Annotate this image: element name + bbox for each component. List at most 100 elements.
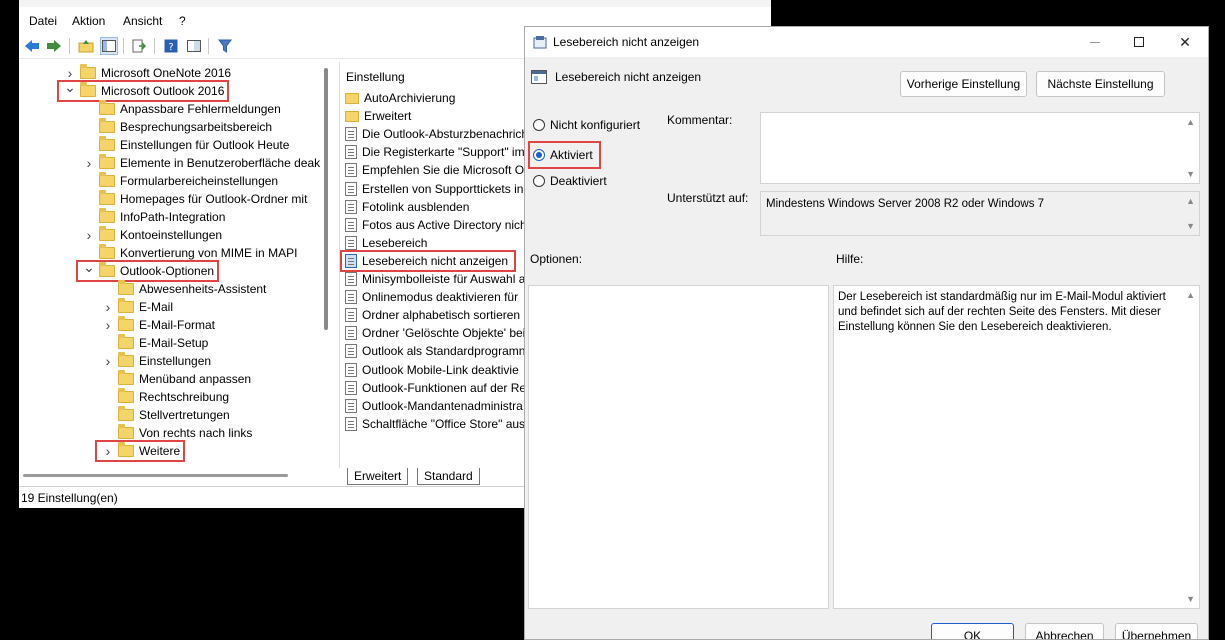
setting-row[interactable]: Erstellen von Supporttickets in: [345, 180, 523, 198]
setting-row[interactable]: Ordner alphabetisch sortieren: [345, 306, 520, 324]
tree-item[interactable]: › Microsoft OneNote 2016: [64, 64, 231, 82]
tree-item[interactable]: › Kontoeinstellungen: [83, 226, 222, 244]
setting-row[interactable]: Fotos aus Active Directory nich: [345, 216, 527, 234]
setting-row[interactable]: Erweitert: [345, 107, 411, 125]
setting-row[interactable]: Outlook-Mandantenadministra: [345, 397, 523, 415]
tree-item[interactable]: E-Mail-Setup: [102, 334, 208, 352]
tree-item[interactable]: ⌄ Outlook-Optionen: [75, 259, 220, 282]
tree-item[interactable]: Besprechungsarbeitsbereich: [83, 118, 272, 136]
tree-item[interactable]: › E-Mail-Format: [102, 316, 215, 334]
policy-doc-icon: [345, 253, 357, 268]
radio-enabled[interactable]: Aktiviert: [528, 141, 601, 169]
radio-label: Nicht konfiguriert: [550, 118, 641, 132]
setting-row[interactable]: Fotolink ausblenden: [345, 198, 469, 216]
setting-row[interactable]: Die Outlook-Absturzbenachrich: [345, 125, 528, 143]
tree-item[interactable]: Abwesenheits-Assistent: [102, 280, 266, 298]
properties-view-icon[interactable]: [185, 37, 203, 55]
back-arrow-icon[interactable]: [23, 37, 41, 55]
radio-circle[interactable]: [533, 175, 545, 187]
scroll-down-icon[interactable]: ▼: [1186, 169, 1195, 179]
tree-item[interactable]: Anpassbare Fehlermeldungen: [83, 100, 281, 118]
tree-item[interactable]: Einstellungen für Outlook Heute: [83, 136, 289, 154]
setting-row[interactable]: Schaltfläche "Office Store" aus: [345, 415, 525, 433]
setting-row[interactable]: Outlook Mobile-Link deaktivie: [345, 361, 519, 379]
tree-item[interactable]: Homepages für Outlook-Ordner mit: [83, 190, 307, 208]
chevron-right-icon[interactable]: ›: [83, 227, 95, 243]
tab-erweitert[interactable]: Erweitert: [347, 468, 409, 485]
setting-row[interactable]: Ordner 'Gelöschte Objekte' bei: [345, 324, 525, 342]
tree-hscrollbar[interactable]: [23, 474, 288, 477]
status-text: 19 Einstellung(en): [21, 491, 118, 505]
help-icon[interactable]: ?: [162, 37, 180, 55]
close-button[interactable]: ✕: [1162, 27, 1208, 57]
setting-row[interactable]: Lesebereich: [345, 234, 427, 252]
tree-item[interactable]: Menüband anpassen: [102, 370, 251, 388]
tree-item-label: Rechtschreibung: [139, 390, 230, 404]
setting-row[interactable]: Onlinemodus deaktivieren für: [345, 288, 518, 306]
tree-item[interactable]: Von rechts nach links: [102, 424, 252, 442]
folder-icon: [345, 92, 359, 104]
setting-row[interactable]: Empfehlen Sie die Microsoft O: [345, 161, 524, 179]
setting-row[interactable]: Outlook als Standardprogramn: [345, 342, 525, 360]
scroll-up-icon[interactable]: ▲: [1186, 117, 1195, 127]
column-header-einstellung[interactable]: Einstellung: [346, 70, 405, 84]
tab-standard[interactable]: Standard: [417, 468, 480, 485]
up-folder-icon[interactable]: [77, 37, 95, 55]
chevron-right-icon[interactable]: ›: [102, 353, 114, 369]
ok-button[interactable]: OK: [931, 623, 1014, 639]
radio-not-configured[interactable]: Nicht konfiguriert: [533, 116, 640, 134]
chevron-right-icon[interactable]: ›: [102, 299, 114, 315]
radio-circle-selected[interactable]: [533, 149, 545, 161]
apply-button[interactable]: Übernehmen: [1115, 623, 1198, 639]
setting-row[interactable]: Outlook-Funktionen auf der Re: [345, 379, 526, 397]
tree-item[interactable]: Stellvertretungen: [102, 406, 230, 424]
tree-item-label: Kontoeinstellungen: [120, 228, 223, 242]
scroll-up-icon[interactable]: ▲: [1186, 290, 1195, 300]
policy-doc-icon: [345, 326, 357, 341]
forward-arrow-icon[interactable]: [45, 37, 63, 55]
setting-row[interactable]: AutoArchivierung: [345, 89, 455, 107]
scroll-down-icon[interactable]: ▼: [1186, 594, 1195, 604]
tree-item[interactable]: › Weitere: [94, 440, 186, 462]
comment-textarea[interactable]: ▲ ▼: [760, 112, 1200, 184]
maximize-button[interactable]: [1116, 27, 1162, 57]
tree-item[interactable]: › E-Mail: [102, 298, 173, 316]
filter-icon[interactable]: [216, 37, 234, 55]
policy-setting-icon: [531, 70, 547, 84]
tree-item[interactable]: ⌄ Microsoft Outlook 2016: [56, 79, 230, 102]
tree-item[interactable]: InfoPath-Integration: [83, 208, 225, 226]
setting-row[interactable]: Minisymbolleiste für Auswahl a: [345, 270, 525, 288]
setting-label: Ordner alphabetisch sortieren: [362, 308, 521, 323]
chevron-right-icon[interactable]: ›: [102, 317, 114, 333]
tree-item[interactable]: Rechtschreibung: [102, 388, 229, 406]
setting-row[interactable]: Lesebereich nicht anzeigen: [340, 249, 517, 272]
radio-disabled[interactable]: Deaktiviert: [533, 172, 607, 190]
scroll-up-icon[interactable]: ▲: [1186, 196, 1195, 206]
menu-ansicht[interactable]: Ansicht: [123, 14, 162, 28]
radio-circle[interactable]: [533, 119, 545, 131]
folder-icon: [99, 190, 115, 205]
cancel-button[interactable]: Abbrechen: [1025, 623, 1104, 639]
tree-scrollbar[interactable]: [324, 68, 328, 330]
chevron-right-icon[interactable]: ›: [102, 443, 114, 459]
tree-item[interactable]: Konvertierung von MIME in MAPI: [83, 244, 297, 262]
policy-doc-icon: [345, 308, 357, 323]
tree-item[interactable]: › Elemente in Benutzeroberfläche deak: [83, 154, 320, 172]
export-list-icon[interactable]: [130, 37, 148, 55]
menu-datei[interactable]: Datei: [29, 14, 57, 28]
scroll-down-icon[interactable]: ▼: [1186, 221, 1195, 231]
chevron-down-icon[interactable]: ⌄: [83, 259, 95, 276]
menu-help[interactable]: ?: [179, 14, 186, 28]
menu-aktion[interactable]: Aktion: [72, 14, 105, 28]
tree-item[interactable]: Formularbereicheinstellungen: [83, 172, 278, 190]
next-setting-button[interactable]: Nächste Einstellung: [1036, 71, 1165, 97]
chevron-down-icon[interactable]: ⌄: [64, 79, 76, 96]
setting-row[interactable]: Die Registerkarte "Support" im: [345, 143, 525, 161]
previous-setting-button[interactable]: Vorherige Einstellung: [900, 71, 1027, 97]
tree-item-label: Outlook-Optionen: [120, 264, 215, 278]
minimize-button[interactable]: [1072, 27, 1118, 57]
show-hide-tree-icon[interactable]: [100, 37, 118, 55]
chevron-right-icon[interactable]: ›: [83, 155, 95, 171]
svg-text:?: ?: [168, 42, 173, 53]
tree-item[interactable]: › Einstellungen: [102, 352, 211, 370]
